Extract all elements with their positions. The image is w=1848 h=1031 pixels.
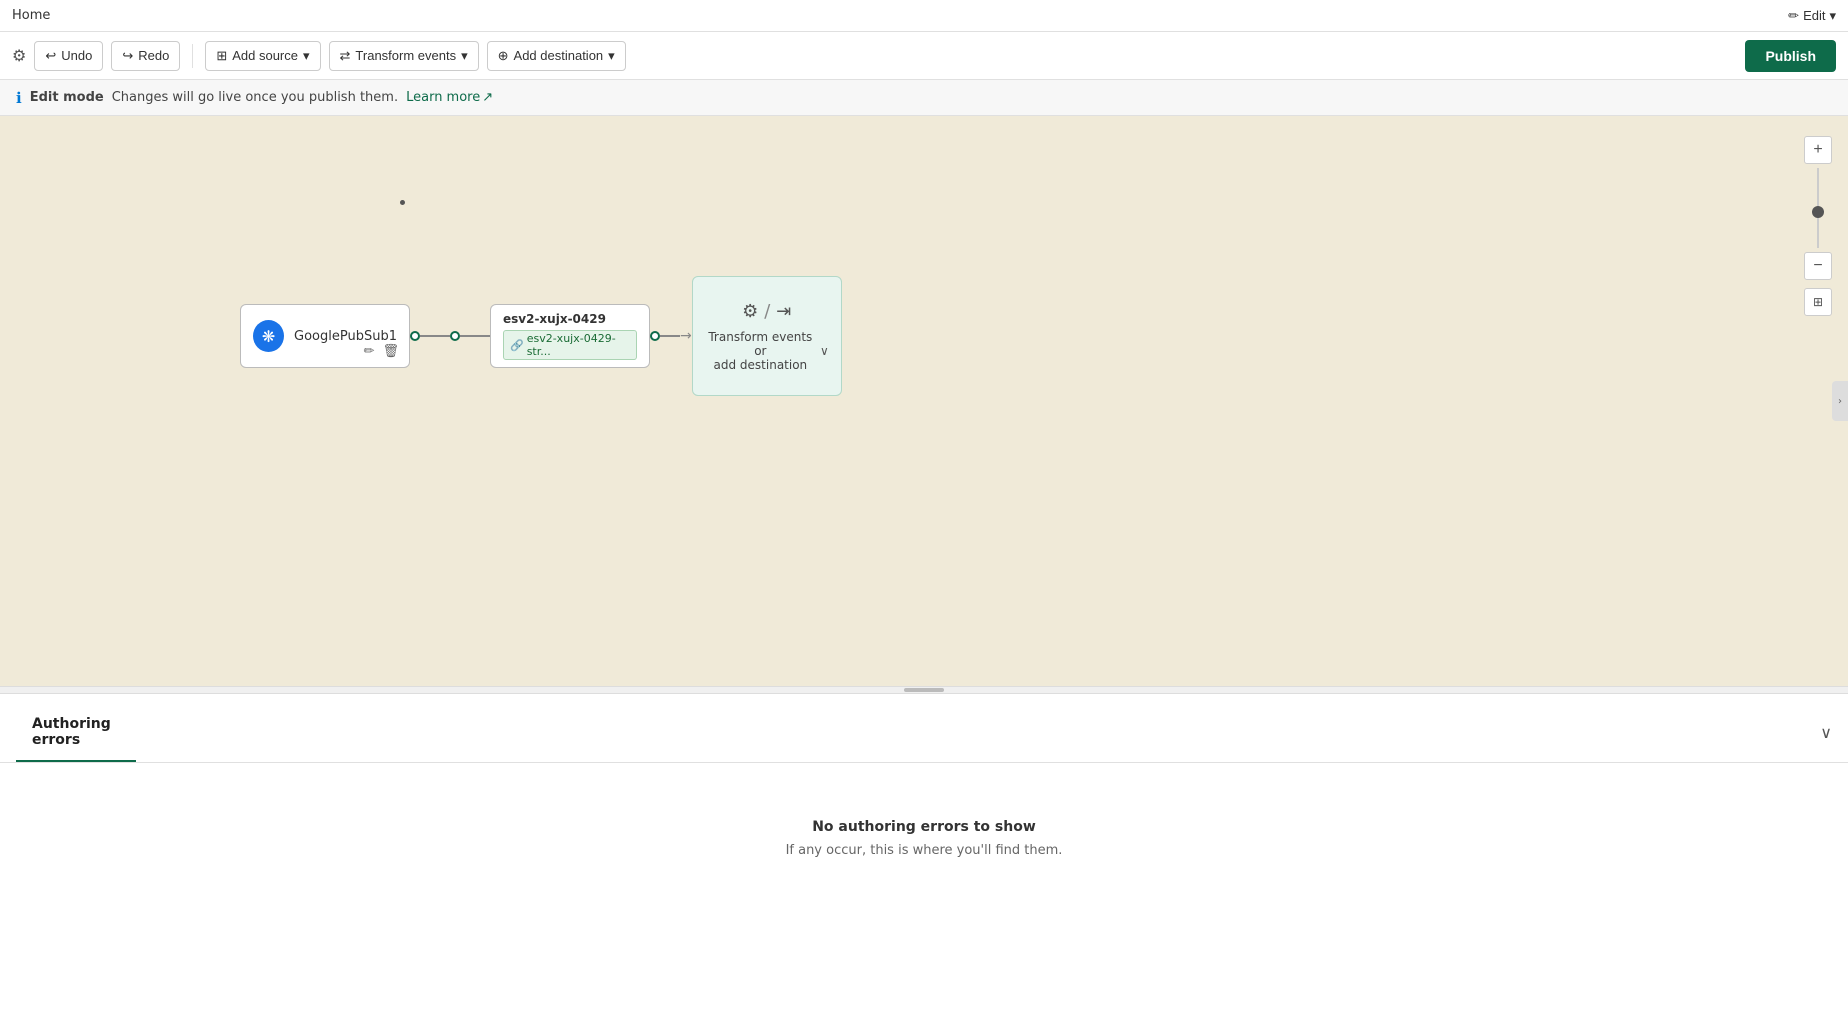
publish-button[interactable]: Publish — [1745, 40, 1836, 72]
add-source-button[interactable]: ⊞ Add source ▾ — [205, 41, 320, 71]
edit-mode-label: Edit mode — [30, 90, 104, 105]
edge-collapse-icon: › — [1838, 396, 1842, 407]
external-link-icon: ↗ — [482, 90, 493, 105]
zoom-out-button[interactable]: − — [1804, 252, 1832, 280]
toolbar: ⚙ ↩ Undo ↪ Redo ⊞ Add source ▾ ⇄ Transfo… — [0, 32, 1848, 80]
undo-icon: ↩ — [45, 48, 56, 64]
transform-chevron-icon: ▾ — [461, 48, 468, 64]
bottom-panel: Authoring errors ∨ No authoring errors t… — [0, 694, 1848, 1031]
edit-pencil-icon: ✏ — [1788, 8, 1799, 24]
add-destination-chevron-icon: ▾ — [608, 48, 615, 64]
destination-node-icons: ⚙ / ⇥ — [742, 301, 791, 322]
connector-2: → — [650, 328, 692, 344]
add-source-chevron-icon: ▾ — [303, 48, 310, 64]
redo-button[interactable]: ↪ Redo — [111, 41, 180, 71]
no-errors-title: No authoring errors to show — [812, 819, 1036, 835]
edit-banner: ℹ Edit mode Changes will go live once yo… — [0, 80, 1848, 116]
page-title: Home — [12, 8, 50, 23]
flow-container: ❋ GooglePubSub1 ✏ 🗑 esv2-xujx-0429 🔗 esv… — [240, 276, 842, 396]
arrow-icon: → — [680, 328, 692, 344]
connector-circle-3 — [650, 331, 660, 341]
toolbar-separator-1 — [192, 44, 193, 68]
zoom-in-button[interactable]: + — [1804, 136, 1832, 164]
add-destination-icon: ⊕ — [498, 48, 509, 64]
bottom-panel-title: Authoring errors — [32, 716, 120, 748]
source-edit-button[interactable]: ✏ — [362, 341, 377, 361]
panel-divider[interactable] — [0, 686, 1848, 694]
edit-message: Changes will go live once you publish th… — [112, 90, 398, 105]
connector-line-3 — [660, 335, 680, 337]
bottom-panel-header: Authoring errors — [16, 704, 136, 762]
connector-line-1 — [420, 335, 450, 337]
bottom-panel-header-row: Authoring errors ∨ — [0, 694, 1848, 763]
transform-events-button[interactable]: ⇄ Transform events ▾ — [329, 41, 479, 71]
no-errors-sub: If any occur, this is where you'll find … — [786, 843, 1063, 858]
export-icon: ⇥ — [776, 301, 791, 322]
event-hub-node[interactable]: esv2-xujx-0429 🔗 esv2-xujx-0429-str... — [490, 304, 650, 368]
connector-1 — [410, 331, 490, 341]
link-icon: 🔗 — [510, 339, 524, 352]
zoom-slider-track — [1817, 168, 1819, 248]
destination-node-text: Transform events oradd destination — [705, 330, 816, 372]
learn-more-link[interactable]: Learn more ↗ — [406, 90, 493, 105]
connector-circle-1 — [410, 331, 420, 341]
separator-slash: / — [764, 301, 770, 322]
edit-button[interactable]: ✏ Edit ▾ — [1788, 8, 1836, 24]
edit-chevron-icon: ▾ — [1829, 8, 1836, 24]
undo-button[interactable]: ↩ Undo — [34, 41, 103, 71]
bottom-panel-content: No authoring errors to show If any occur… — [0, 763, 1848, 913]
source-node-actions: ✏ 🗑 — [362, 341, 401, 361]
canvas: ❋ GooglePubSub1 ✏ 🗑 esv2-xujx-0429 🔗 esv… — [0, 116, 1848, 686]
zoom-controls: + − ⊞ — [1804, 136, 1832, 316]
settings-icon[interactable]: ⚙ — [12, 46, 26, 65]
add-source-icon: ⊞ — [216, 48, 227, 64]
expand-panel-button[interactable]: ∨ — [1820, 723, 1832, 743]
connector-circle-2 — [450, 331, 460, 341]
dot-indicator — [400, 200, 405, 205]
zoom-slider-thumb — [1812, 206, 1824, 218]
transform-icon: ⇄ — [340, 48, 351, 64]
destination-node-text-row: Transform events oradd destination ∨ — [705, 330, 829, 372]
connector-line-2 — [460, 335, 490, 337]
fit-icon: ⊞ — [1813, 295, 1823, 309]
add-destination-button[interactable]: ⊕ Add destination ▾ — [487, 41, 626, 71]
zoom-fit-button[interactable]: ⊞ — [1804, 288, 1832, 316]
source-delete-button[interactable]: 🗑 — [380, 341, 401, 361]
source-node[interactable]: ❋ GooglePubSub1 ✏ 🗑 — [240, 304, 410, 368]
redo-icon: ↪ — [122, 48, 133, 64]
event-hub-badge: 🔗 esv2-xujx-0429-str... — [503, 330, 637, 360]
event-hub-title: esv2-xujx-0429 — [503, 312, 637, 326]
destination-chevron-icon: ∨ — [820, 344, 829, 358]
divider-handle — [904, 688, 944, 692]
title-bar: Home ✏ Edit ▾ — [0, 0, 1848, 32]
gear-icon: ⚙ — [742, 301, 758, 322]
edge-collapse-button[interactable]: › — [1832, 381, 1848, 421]
info-icon: ℹ — [16, 89, 22, 107]
destination-node[interactable]: ⚙ / ⇥ Transform events oradd destination… — [692, 276, 842, 396]
source-node-icon: ❋ — [253, 320, 284, 352]
event-hub-sub: 🔗 esv2-xujx-0429-str... — [503, 330, 637, 360]
